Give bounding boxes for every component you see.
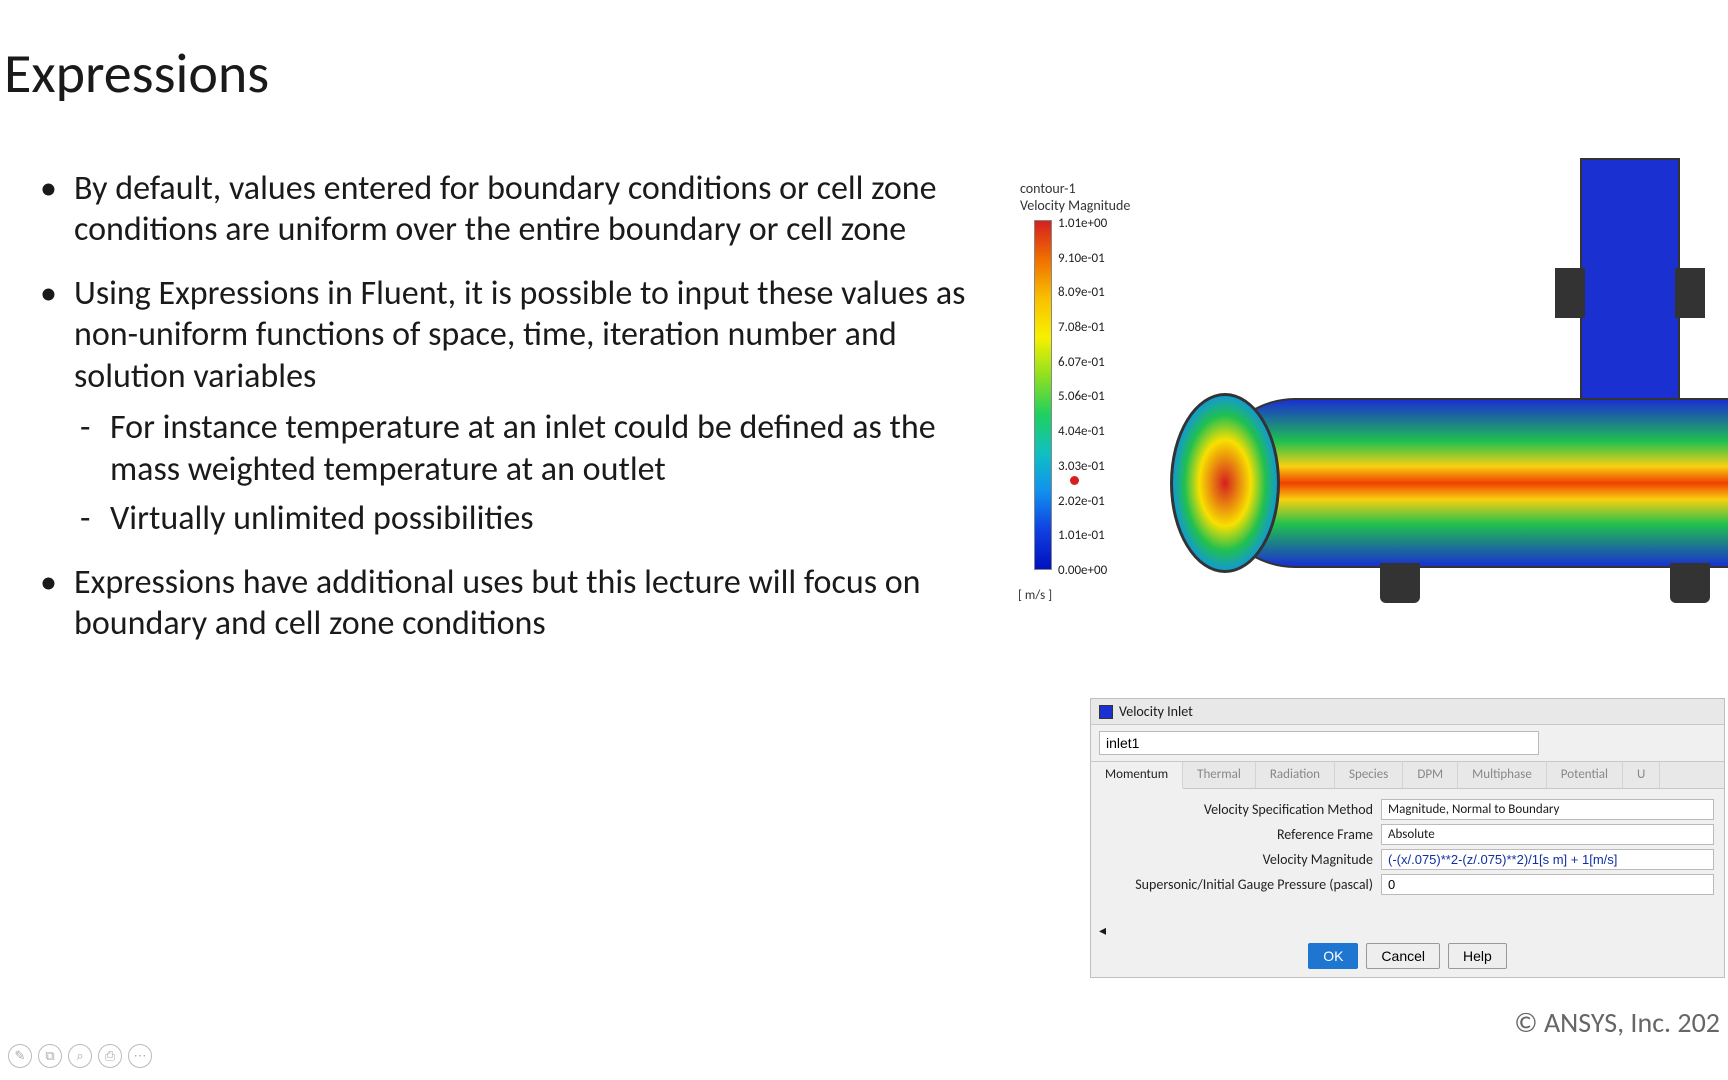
- velocity-magnitude-expression-input[interactable]: [1381, 849, 1714, 870]
- zone-name-input[interactable]: [1099, 731, 1539, 755]
- tab-uds[interactable]: U: [1623, 762, 1660, 788]
- tab-radiation[interactable]: Radiation: [1256, 762, 1335, 788]
- bullet-2-sub-2: Virtually unlimited possibilities: [74, 498, 980, 539]
- legend-unit: [ m/s ]: [1018, 588, 1052, 603]
- tab-dpm[interactable]: DPM: [1403, 762, 1458, 788]
- pipe-inlet-face: [1170, 393, 1280, 573]
- legend-tick: 0.00e+00: [1058, 563, 1107, 578]
- momentum-form: Velocity Specification Method Magnitude,…: [1091, 789, 1724, 903]
- bullet-2-text: Using Expressions in Fluent, it is possi…: [74, 273, 965, 397]
- search-icon[interactable]: ⌕: [68, 1044, 92, 1068]
- spec-method-select[interactable]: Magnitude, Normal to Boundary: [1381, 799, 1714, 820]
- copyright-text: © ANSYS, Inc. 202: [1514, 1005, 1720, 1040]
- label-supersonic-pressure: Supersonic/Initial Gauge Pressure (pasca…: [1101, 876, 1381, 893]
- legend-tick: 3.03e-01: [1058, 459, 1107, 474]
- scroll-left-icon[interactable]: ◂: [1099, 922, 1106, 939]
- label-spec-method: Velocity Specification Method: [1101, 801, 1381, 818]
- ref-frame-select[interactable]: Absolute: [1381, 824, 1714, 845]
- legend-tick: 1.01e+00: [1058, 216, 1107, 231]
- velocity-inlet-dialog: Velocity Inlet Momentum Thermal Radiatio…: [1090, 698, 1725, 978]
- pipe-flange: [1675, 268, 1705, 318]
- bullet-3: Expressions have additional uses but thi…: [40, 562, 980, 645]
- legend-tick: 6.07e-01: [1058, 355, 1107, 370]
- cancel-button[interactable]: Cancel: [1366, 943, 1440, 969]
- dialog-icon: [1099, 705, 1113, 719]
- bullet-2-sub-1: For instance temperature at an inlet cou…: [74, 407, 980, 490]
- more-icon[interactable]: ⋯: [128, 1044, 152, 1068]
- pipe-flange: [1555, 268, 1585, 318]
- tab-thermal[interactable]: Thermal: [1183, 762, 1256, 788]
- pipe-support: [1670, 563, 1710, 603]
- bullet-list: By default, values entered for boundary …: [0, 168, 1010, 667]
- bullet-2: Using Expressions in Fluent, it is possi…: [40, 273, 980, 540]
- legend-tick: 5.06e-01: [1058, 389, 1107, 404]
- print-icon[interactable]: ⎙: [98, 1044, 122, 1068]
- pipe-stack: [1580, 158, 1680, 418]
- contour-visualization: contour-1 Velocity Magnitude 1.01e+00 9.…: [1010, 168, 1710, 667]
- pipe-support: [1380, 563, 1420, 603]
- label-velocity-magnitude: Velocity Magnitude: [1101, 851, 1381, 868]
- page-title: Expressions: [4, 40, 1728, 108]
- tab-potential[interactable]: Potential: [1547, 762, 1623, 788]
- ok-button[interactable]: OK: [1308, 943, 1358, 969]
- supersonic-pressure-input[interactable]: [1381, 874, 1714, 895]
- help-button[interactable]: Help: [1448, 943, 1507, 969]
- legend-tick: 9.10e-01: [1058, 251, 1107, 266]
- copy-icon[interactable]: ⧉: [38, 1044, 62, 1068]
- pen-icon[interactable]: ✎: [8, 1044, 32, 1068]
- pipe-contour-plot: [1200, 168, 1728, 638]
- contour-header: contour-1 Velocity Magnitude: [1020, 180, 1130, 214]
- legend-tick: 8.09e-01: [1058, 285, 1107, 300]
- legend-tick: 4.04e-01: [1058, 424, 1107, 439]
- tab-species[interactable]: Species: [1335, 762, 1403, 788]
- dialog-title-text: Velocity Inlet: [1119, 703, 1193, 720]
- contour-name: contour-1: [1020, 180, 1130, 197]
- legend-tick: 2.02e-01: [1058, 494, 1107, 509]
- legend-tick: 1.01e-01: [1058, 528, 1107, 543]
- tab-multiphase[interactable]: Multiphase: [1458, 762, 1547, 788]
- legend-ticks: 1.01e+00 9.10e-01 8.09e-01 7.08e-01 6.07…: [1058, 216, 1107, 578]
- legend-gradient: [1034, 220, 1052, 570]
- color-legend-bar: [1034, 220, 1052, 570]
- dialog-buttons: OK Cancel Help: [1091, 943, 1724, 969]
- legend-marker-dot: [1070, 476, 1079, 485]
- footer-toolbar: ✎ ⧉ ⌕ ⎙ ⋯: [8, 1044, 152, 1068]
- legend-tick: 7.08e-01: [1058, 320, 1107, 335]
- dialog-tabs: Momentum Thermal Radiation Species DPM M…: [1091, 761, 1724, 789]
- pipe-body: [1210, 398, 1728, 568]
- bullet-1: By default, values entered for boundary …: [40, 168, 980, 251]
- dialog-titlebar: Velocity Inlet: [1091, 699, 1724, 725]
- tab-momentum[interactable]: Momentum: [1091, 762, 1183, 789]
- label-ref-frame: Reference Frame: [1101, 826, 1381, 843]
- contour-variable: Velocity Magnitude: [1020, 197, 1130, 214]
